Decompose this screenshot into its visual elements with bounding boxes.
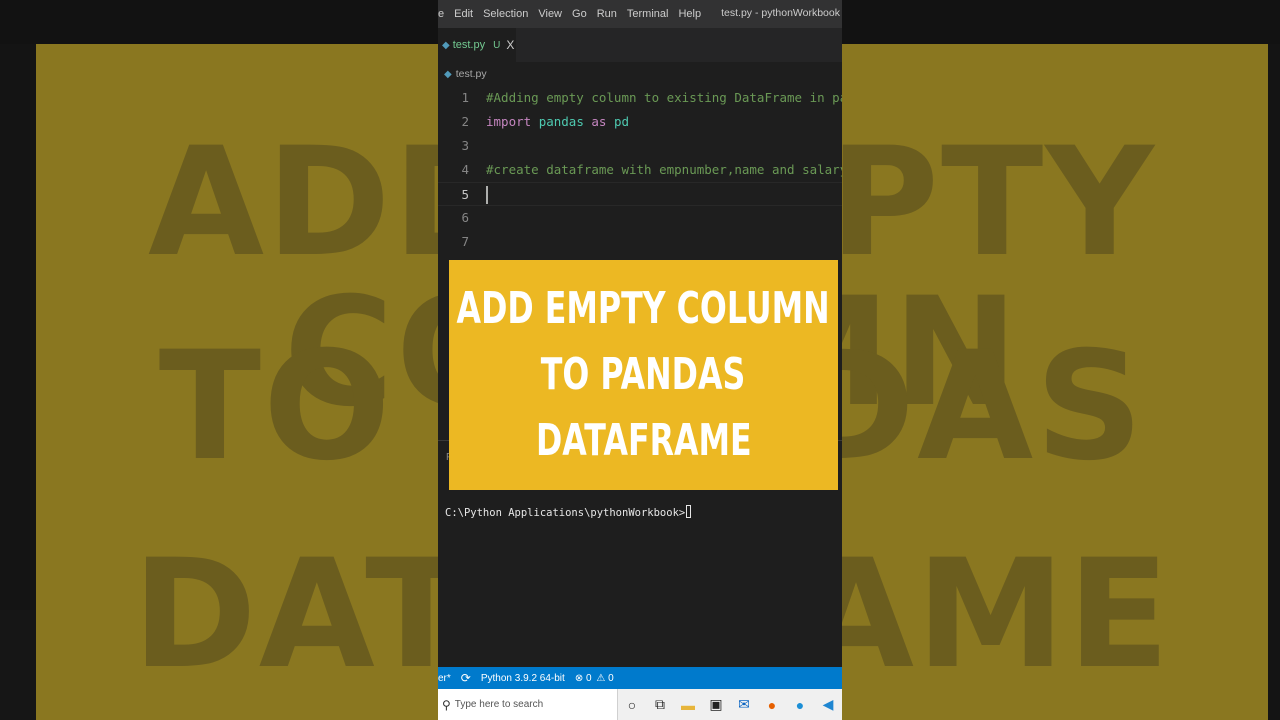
python-interpreter[interactable]: Python 3.9.2 64-bit [481, 673, 565, 684]
code-line-2[interactable]: 2 import pandas as pd [438, 110, 842, 134]
problems-indicator[interactable]: ⊗ 0 ⚠ 0 [575, 673, 624, 684]
menu-edit[interactable]: Edit [449, 8, 478, 20]
search-icon: ⚲ [442, 697, 451, 712]
taskbar-search[interactable]: ⚲ Type here to search [438, 689, 618, 720]
window-title: test.py - pythonWorkbook [721, 7, 840, 19]
python-file-icon: ◆ [442, 39, 450, 51]
line-number: 4 [461, 162, 469, 177]
terminal-cursor [686, 505, 692, 518]
file-explorer-icon[interactable]: ▬ [674, 697, 702, 713]
sync-icon[interactable]: ⟳ [461, 671, 471, 685]
title-line-2: TO PANDAS [541, 349, 746, 400]
vscode-icon[interactable]: ◀ [814, 696, 842, 713]
code-line-3[interactable]: 3 [438, 134, 842, 158]
line-number: 7 [461, 234, 469, 249]
background-corner [0, 610, 36, 720]
code-line-5-active[interactable]: 5 [438, 182, 842, 206]
line-number: 3 [461, 138, 469, 153]
alias-token: pd [613, 114, 630, 129]
warning-count: 0 [608, 672, 614, 684]
error-icon: ⊗ [574, 672, 584, 684]
tab-label: test.py [452, 39, 486, 51]
terminal[interactable]: C:\Python Applications\pythonWorkbook> [445, 505, 692, 519]
title-line-1: ADD EMPTY COLUMN [456, 283, 831, 334]
mail-icon[interactable]: ✉ [730, 696, 758, 713]
line-number: 5 [461, 187, 469, 202]
line-number: 6 [461, 210, 469, 225]
menu-help[interactable]: Help [673, 8, 706, 20]
warning-icon: ⚠ [596, 672, 606, 684]
video-frame: ADD EMPTY COLUMN TO PANDAS DATAFRAME e E… [0, 0, 1280, 720]
cortana-icon[interactable]: ○ [618, 697, 646, 713]
line-number: 2 [461, 114, 469, 129]
firefox-icon[interactable]: ● [758, 697, 786, 713]
menu-view[interactable]: View [533, 8, 567, 20]
title-line-3: DATAFRAME [535, 415, 752, 466]
python-file-icon: ◆ [444, 68, 452, 80]
line-content: import pandas as pd [486, 110, 629, 134]
code-line-7[interactable]: 7 [438, 230, 842, 254]
status-bar: er* ⟳ Python 3.9.2 64-bit ⊗ 0 ⚠ 0 [438, 667, 842, 689]
comment-token: #create dataframe with empnumber,name an… [486, 162, 842, 177]
line-content: #Adding empty column to existing DataFra… [486, 86, 842, 110]
text-cursor [486, 186, 488, 204]
menu-run[interactable]: Run [592, 8, 622, 20]
line-content: #create dataframe with empnumber,name an… [486, 158, 842, 182]
title-card: ADD EMPTY COLUMN TO PANDAS DATAFRAME [449, 260, 838, 490]
menu-terminal[interactable]: Terminal [622, 8, 674, 20]
breadcrumb[interactable]: ◆ test.py [438, 62, 842, 86]
error-count: 0 [585, 672, 592, 684]
code-line-6[interactable]: 6 [438, 206, 842, 230]
edge-icon[interactable]: ● [786, 697, 814, 713]
keyword-token: as [591, 114, 614, 129]
code-line-1[interactable]: 1 #Adding empty column to existing DataF… [438, 86, 842, 110]
tab-test-py[interactable]: ◆ test.py U X [438, 28, 516, 62]
breadcrumb-file[interactable]: test.py [456, 68, 487, 80]
menu-file[interactable]: e [438, 8, 449, 20]
close-tab-button[interactable]: X [506, 38, 514, 52]
task-view-icon[interactable]: ⧉ [646, 696, 674, 713]
menu-go[interactable]: Go [567, 8, 592, 20]
menu-bar: e Edit Selection View Go Run Terminal He… [438, 0, 842, 28]
keyword-token: import [486, 114, 539, 129]
module-token: pandas [538, 114, 592, 129]
comment-token: #Adding empty column to existing DataFra… [486, 90, 842, 105]
search-placeholder: Type here to search [454, 699, 544, 710]
status-branch[interactable]: er* [438, 673, 451, 684]
editor-tab-bar: ◆ test.py U X [438, 28, 842, 62]
code-line-4[interactable]: 4 #create dataframe with empnumber,name … [438, 158, 842, 182]
untracked-badge: U [493, 39, 501, 51]
terminal-prompt: C:\Python Applications\pythonWorkbook> [445, 507, 686, 519]
store-icon[interactable]: ▣ [702, 696, 730, 713]
menu-selection[interactable]: Selection [478, 8, 533, 20]
windows-taskbar: ⚲ Type here to search ○ ⧉ ▬ ▣ ✉ ● ● ◀ [438, 689, 842, 720]
line-number: 1 [461, 90, 469, 105]
